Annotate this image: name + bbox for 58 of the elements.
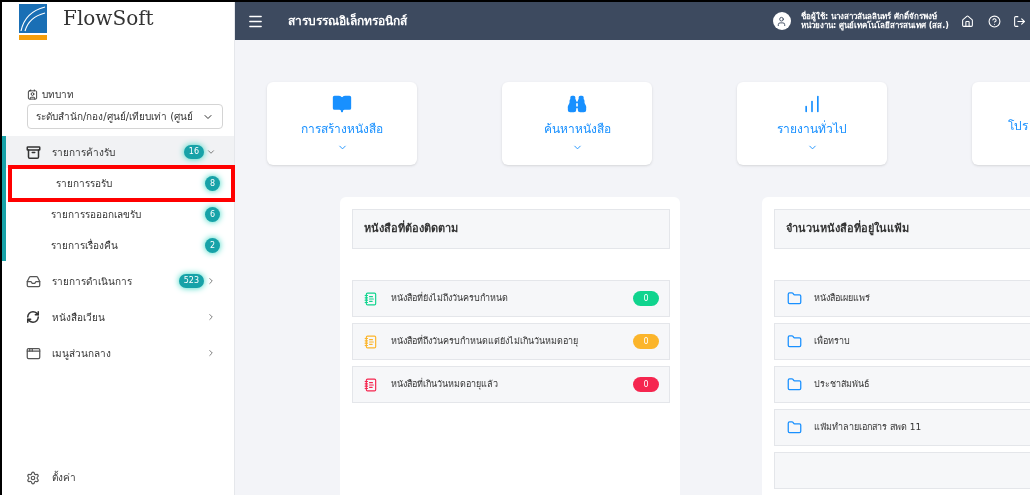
count-badge: 523 [178,274,204,288]
folder-icon [787,334,802,349]
follow-label: หนังสือที่ยังไม่ถึงวันครบกำหนด [391,291,509,305]
user-unit: หน่วยงาน: ศูนย์เทคโนโลยีสารสนเทศ (สส.) [800,21,949,30]
menu-item[interactable]: หนังสือเวียน [6,301,234,333]
count-badge: 8 [205,176,220,191]
submenu-item[interactable]: รายการเรื่องคืน 2 [6,230,232,261]
submenu-item[interactable]: รายการรอรับ 8 [11,168,232,199]
window-icon [26,345,41,361]
follow-item[interactable]: หนังสือที่ยังไม่ถึงวันครบกำหนด 0 [352,280,670,317]
chevron-right-icon [206,312,216,322]
user-name: ชื่อผู้ใช้: นางสาวลันลลินทร์ ศักดิ์จักรพงษ์ [800,12,937,21]
folder-item[interactable]: หนังสือเผยแพร่ [774,280,1030,317]
notebook-icon [364,291,378,306]
help-icon[interactable] [988,14,1001,28]
binoculars-icon [567,94,587,114]
menu-item[interactable]: รายการค้างรับ 16 [6,136,234,168]
settings-label[interactable]: ตั้งค่า [52,470,76,485]
chevron-down-icon [206,147,216,157]
count-badge: 2 [205,238,220,253]
folder-item[interactable]: แฟ้มทำลายเอกสาร สพด 11 [774,409,1030,446]
toolbox-icon [26,144,41,160]
chevron-right-icon [206,276,216,286]
count-badge: 0 [633,334,659,349]
book-icon [332,94,352,114]
logo-text: FlowSoft [63,8,154,28]
app-title: สารบรรณอิเล็กทรอนิกส์ [288,12,407,30]
folder-item[interactable]: ประชาสัมพันธ์ [774,366,1030,403]
role-icon [27,89,38,100]
inbox-icon [26,273,41,289]
folder-icon [787,420,802,435]
follow-item[interactable]: หนังสือที่เกินวันหมดอายุแล้ว 0 [352,366,670,403]
count-badge: 0 [633,377,659,392]
folder-item[interactable]: เพื่อทราบ [774,323,1030,360]
logout-icon[interactable] [1013,14,1026,28]
follow-item[interactable]: หนังสือที่ถึงวันครบกำหนดแต่ยังไม่เกินวันหมดอายุ 0 [352,323,670,360]
notebook-icon [364,377,378,392]
panel-title: หนังสือที่ต้องติดตาม [364,220,458,237]
count-badge: 16 [183,145,204,159]
count-badge: 0 [633,291,659,306]
follow-label: หนังสือที่เกินวันหมดอายุแล้ว [391,377,499,392]
avatar-icon[interactable] [772,12,791,30]
chevron-right-icon [206,348,216,358]
menu-item[interactable]: รายการดำเนินการ 523 [6,265,234,297]
folder-icon [787,291,802,306]
follow-label: หนังสือที่ถึงวันครบกำหนดแต่ยังไม่เกินวันหมดอายุ [391,334,579,349]
settings-icon[interactable] [26,470,40,485]
count-badge: 6 [205,207,220,222]
home-icon[interactable] [961,14,974,28]
role-label: บทบาท [42,88,74,102]
bar-chart-icon [802,94,822,114]
menu-item[interactable]: เมนูส่วนกลาง [6,337,234,369]
role-select[interactable]: ระดับสำนัก/กอง/ศูนย์/เทียบเท่า (ศูนย์ [27,104,223,129]
cycle-icon [26,310,40,324]
folder-icon [787,377,802,392]
notebook-icon [364,334,378,349]
panel-title: จำนวนหนังสือที่อยู่ในแฟ้ม [786,220,909,238]
submenu-item[interactable]: รายการรอออกเลขรับ 6 [6,199,232,230]
